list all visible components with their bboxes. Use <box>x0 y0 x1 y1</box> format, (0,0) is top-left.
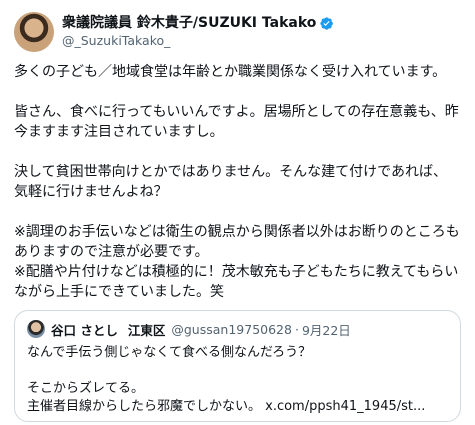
tweet-body: 多くの子ども／地域食堂は年齢とか職業関係なく受け入れています。 皆さん、食べに行… <box>14 62 461 302</box>
tweet-card: 衆議院議員 鈴木貴子/SUZUKI Takako @_SuzukiTakako_… <box>0 0 475 425</box>
tweet-paragraph: 皆さん、食べに行ってもいいんですよ。居場所としての存在意義も、昨今ますます注目さ… <box>14 104 459 140</box>
quoted-tweet-header: 谷口 さとし 江東区 @gussan19750628 · 9月22日 <box>27 320 448 338</box>
quoted-author-name: 谷口 さとし <box>51 322 118 338</box>
tweet-paragraph: 多くの子ども／地域食堂は年齢とか職業関係なく受け入れています。 <box>14 64 447 80</box>
quoted-tweet-line: そこからズレてる。 <box>27 381 145 396</box>
tweet-paragraph: ※配膳や片付けなどは積極的に！茂木敏充も子どもたちに教えてもらいながら上手にでき… <box>14 264 459 300</box>
quoted-tweet-line: なんで手伝う側じゃなくて食べる側なんだろう？ <box>27 345 312 360</box>
quoted-author-avatar <box>27 320 45 338</box>
author-names: 衆議院議員 鈴木貴子/SUZUKI Takako @_SuzukiTakako_ <box>62 14 334 50</box>
separator-dot: · <box>294 321 299 337</box>
quoted-author-district: 江東区 <box>127 322 166 338</box>
author-avatar[interactable] <box>14 12 54 52</box>
quoted-tweet-body: なんで手伝う側じゃなくて食べる側なんだろう？ そこからズレてる。 主催者目線から… <box>27 344 448 416</box>
quoted-author-handle: @gussan19750628 <box>171 321 292 337</box>
author-display-name[interactable]: 衆議院議員 鈴木貴子/SUZUKI Takako <box>62 14 316 32</box>
name-row: 衆議院議員 鈴木貴子/SUZUKI Takako <box>62 14 334 32</box>
author-handle[interactable]: @_SuzukiTakako_ <box>62 32 334 50</box>
quoted-tweet-date: 9月22日 <box>301 322 351 338</box>
tweet-paragraph: ※調理のお手伝いなどは衛生の観点から関係者以外はお断りのところもありますので注意… <box>14 224 460 260</box>
quoted-tweet-line-with-link: 主催者目線からしたら邪魔でしかない。 x.com/ppsh41_1945/st.… <box>27 399 426 414</box>
quoted-tweet[interactable]: 谷口 さとし 江東区 @gussan19750628 · 9月22日 なんで手伝… <box>14 310 461 422</box>
verified-badge-icon[interactable] <box>319 16 334 31</box>
tweet-header: 衆議院議員 鈴木貴子/SUZUKI Takako @_SuzukiTakako_ <box>14 12 461 52</box>
tweet-paragraph: 決して貧困世帯向けとかではありません。そんな建て付けであれば、気軽に行けませんよ… <box>14 164 448 200</box>
